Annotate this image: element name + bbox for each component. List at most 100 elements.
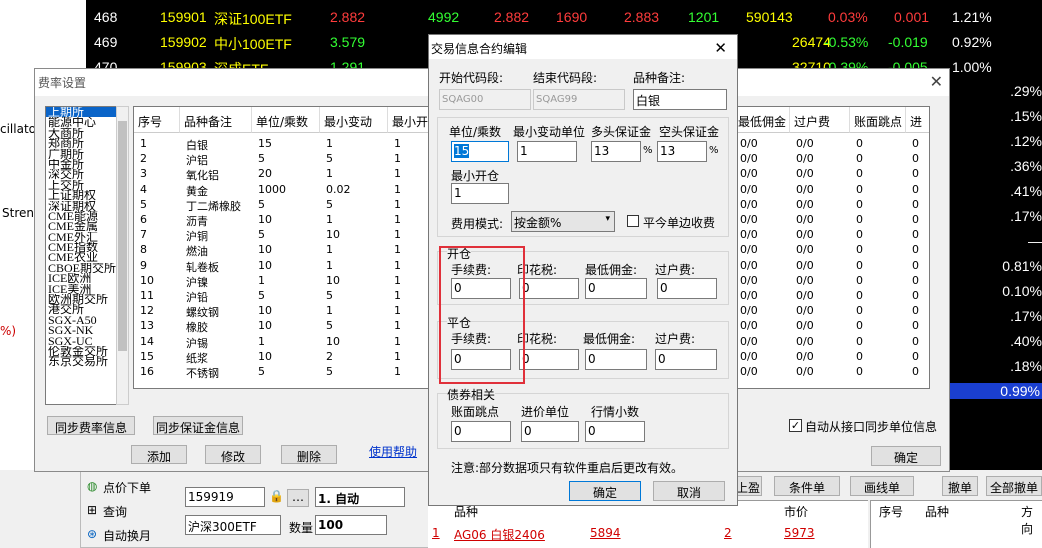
list-scrollbar[interactable] [116,106,129,405]
table-cell: 5 [326,289,333,302]
table-cell: 0/0 [796,349,814,363]
toolbar-button[interactable]: 上盈 [734,476,762,496]
toolbar-button[interactable]: 撤单 [942,476,978,496]
auto-select[interactable]: 1. 自动 [315,487,405,507]
cancel-button[interactable]: 取消 [653,481,725,501]
book-tick-input[interactable]: 0 [451,421,511,442]
table-cell: 0/0 [796,334,814,348]
table-cell: 14 [140,334,154,348]
confirm-button[interactable]: 确定 [871,446,941,466]
change: 0.001 [894,9,930,25]
column-header[interactable]: 最低佣金 [734,107,790,133]
table-cell: 4 [140,182,147,196]
table-cell: 0/0 [740,365,758,378]
close-icon[interactable]: ✕ [714,39,727,57]
ok-button[interactable]: 确定 [569,481,641,501]
table-cell: 0 [912,304,919,318]
toolbar: 上盈 条件单 画线单 撤单 全部撤单 [734,476,1042,498]
toolbar-button[interactable]: 画线单 [850,476,914,496]
close-icon[interactable]: ✕ [930,72,943,91]
pct-change: -0.53% [824,34,869,50]
min-open-input[interactable]: 1 [451,183,509,204]
column-header[interactable]: 最小变动 [320,107,388,133]
bid: 2.882 [494,9,530,25]
column-header[interactable]: 单位/乘数 [252,107,320,133]
order-row[interactable]: 1 AG06 白银2406 5894 2 5973 [428,525,868,543]
table-cell: 0 [856,213,863,226]
column-header[interactable]: 序号 [134,107,180,133]
code: 159901 [160,9,207,25]
more-button[interactable]: … [287,489,309,507]
note-label: 品种备注: [633,71,686,85]
code: 159902 [160,34,207,50]
table-cell: 0 [856,334,863,348]
table-cell: 10 [258,258,272,272]
amplitude-value: 0.10% [1002,283,1042,299]
auto-switch-label[interactable]: 自动换月 [103,527,151,544]
table-cell: 0/0 [740,349,758,363]
quote-dec-input[interactable]: 0 [585,421,645,442]
open-min-comm-input[interactable]: 0 [585,278,647,299]
toolbar-button[interactable]: 全部撤单 [986,476,1042,496]
table-cell: 1 [258,334,265,348]
query-label[interactable]: 查询 [103,503,127,520]
modify-button[interactable]: 修改 [205,445,261,464]
tick-input[interactable]: 1 [517,141,577,162]
price: 2.882 [330,9,366,25]
point-order-label[interactable]: 点价下单 [103,479,151,496]
quote-row[interactable]: 468 159901 深证100ETF 2.882 4992 2.882 169… [86,5,1042,30]
highlight-box [439,246,525,384]
sync-fee-button[interactable]: 同步费率信息 [47,416,135,435]
table-cell: 0/0 [796,258,814,272]
table-cell: 0 [912,167,919,181]
help-link[interactable]: 使用帮助 [369,443,417,460]
long-margin-input[interactable]: 13 [591,141,641,162]
close-transfer-input[interactable]: 0 [655,349,717,370]
fee-mode-select[interactable]: 按金额% ▾ [511,211,615,232]
table-cell: 0 [856,273,863,287]
column-header[interactable]: 进 [906,107,929,133]
table-cell: 0/0 [740,258,758,272]
open-transfer-input[interactable]: 0 [657,278,717,299]
book-tick-label: 账面跳点 [451,405,500,419]
column-header[interactable]: 过户费 [790,107,850,133]
table-cell: 0 [912,289,919,302]
close-stamp-input[interactable]: 0 [519,349,579,370]
table-cell: 10 [326,334,340,348]
close-today-checkbox[interactable] [627,215,639,227]
qty-input[interactable]: 100 [315,515,387,535]
amplitude-value: .40% [1010,333,1042,349]
lock-icon[interactable]: 🔒 [269,489,284,503]
table-cell: 1 [326,167,333,181]
open-min-comm-label: 最低佣金: [585,263,638,277]
code-input[interactable]: 159919 [185,487,265,507]
row-number: 468 [94,9,118,25]
stren-text: Stren [2,206,34,220]
short-margin-input[interactable]: 13 [657,141,707,162]
delete-button[interactable]: 删除 [281,445,337,464]
qty-label: 数量 [289,521,314,535]
unit-input[interactable]: 15 [451,141,509,162]
col-seq: 序号 [879,505,904,519]
expand-icon[interactable]: ⊞ [87,503,97,517]
table-cell: 0 [912,213,919,226]
table-cell: 0/0 [740,228,758,242]
toolbar-button[interactable]: 条件单 [774,476,840,496]
edit-title: 交易信息合约编辑 [431,42,528,56]
column-header[interactable]: 品种备注 [180,107,252,133]
note-input[interactable]: 白银 [633,89,727,110]
table-cell: 0/0 [796,182,814,196]
amplitude-value: .15% [1010,108,1042,124]
price: 3.579 [330,34,366,50]
amplitude-value: .29% [1010,83,1042,99]
column-header[interactable]: 账面跳点 [850,107,906,133]
price-unit-input[interactable]: 0 [521,421,579,442]
scrollbar-thumb[interactable] [118,121,127,351]
add-button[interactable]: 添加 [131,445,187,464]
table-cell: 0/0 [796,167,814,181]
sync-margin-button[interactable]: 同步保证金信息 [153,416,243,435]
auto-sync-checkbox[interactable]: ✓ [789,419,802,432]
table-cell: 1 [258,273,265,287]
close-min-comm-input[interactable]: 0 [585,349,647,370]
open-stamp-input[interactable]: 0 [519,278,579,299]
